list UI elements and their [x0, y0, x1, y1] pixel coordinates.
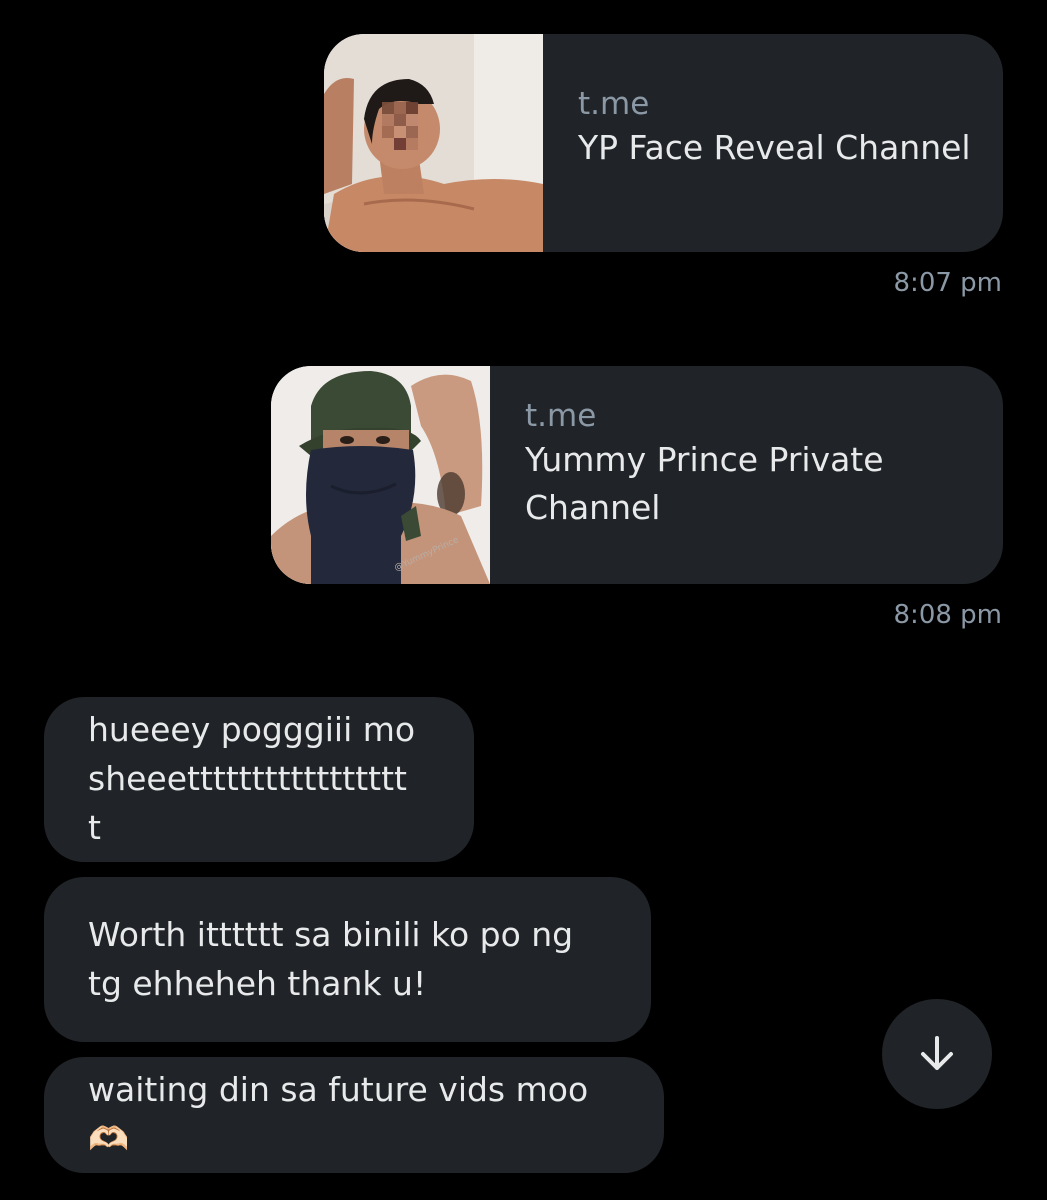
link-preview-text: t.me Yummy Prince Private Channel: [490, 366, 1003, 584]
message-text: hueeey pogggiii mo sheeetttttttttttttttt…: [88, 710, 416, 847]
link-thumbnail-image: [324, 34, 543, 252]
link-thumbnail-image: @YummyPrince: [271, 366, 490, 584]
link-title: Yummy Prince Private Channel: [525, 440, 884, 528]
message-timestamp: 8:08 pm: [893, 600, 1002, 630]
message-text: Worth itttttt sa binili ko po ng tg ehhe…: [88, 914, 574, 1003]
received-message-bubble[interactable]: waiting din sa future vids moo🫶🏻: [44, 1057, 664, 1173]
link-domain: t.me: [578, 85, 650, 122]
link-title: YP Face Reveal Channel: [578, 128, 971, 168]
message-text: waiting din sa future vids moo🫶🏻: [88, 1070, 589, 1158]
message-timestamp: 8:07 pm: [893, 268, 1002, 298]
scroll-to-bottom-button[interactable]: [882, 999, 992, 1109]
link-domain: t.me: [525, 398, 597, 434]
arrow-down-icon: [921, 1036, 953, 1070]
link-preview-card[interactable]: t.me YP Face Reveal Channel: [324, 34, 1003, 252]
photo-placeholder-icon: @YummyPrince: [271, 366, 490, 584]
link-preview-text: t.me YP Face Reveal Channel: [543, 34, 1003, 252]
photo-placeholder-icon: [324, 34, 543, 252]
received-message-bubble[interactable]: hueeey pogggiii mo sheeetttttttttttttttt…: [44, 697, 474, 862]
link-preview-card[interactable]: @YummyPrince t.me Yummy Prince Private C…: [271, 366, 1003, 584]
received-message-bubble[interactable]: Worth itttttt sa binili ko po ng tg ehhe…: [44, 877, 651, 1042]
